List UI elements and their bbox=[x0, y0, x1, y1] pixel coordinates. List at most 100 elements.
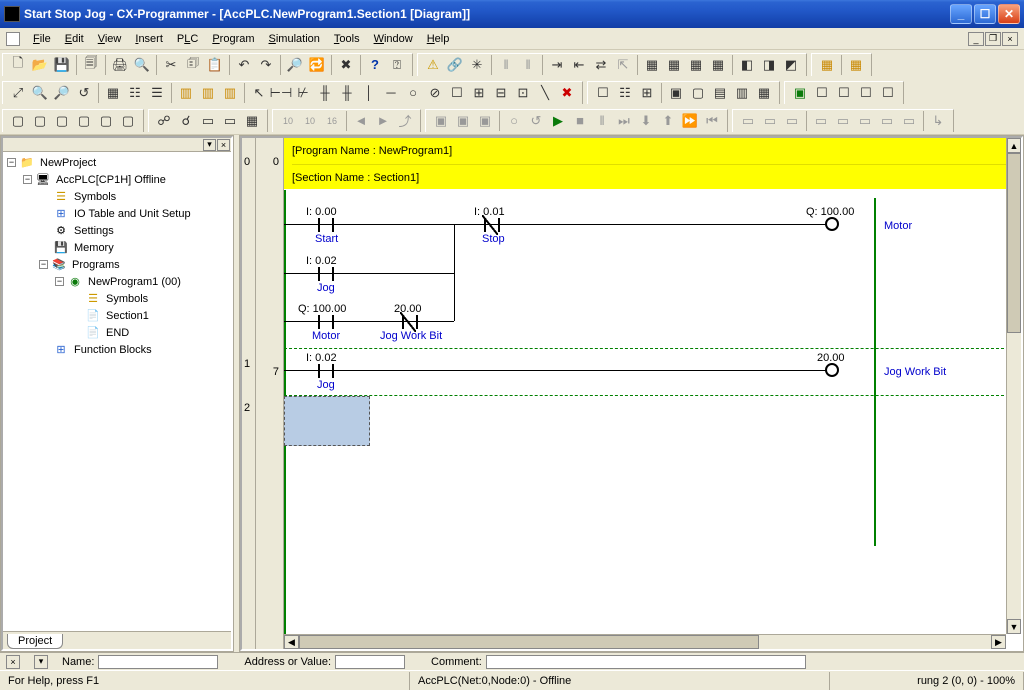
tree-node-memory[interactable]: 💾 Memory bbox=[5, 239, 231, 256]
menu-simulation[interactable]: Simulation bbox=[262, 31, 327, 47]
nav3-icon[interactable]: ▭ bbox=[197, 110, 219, 132]
r7-icon[interactable]: ▭ bbox=[876, 110, 898, 132]
select-tool-icon[interactable]: ↖ bbox=[248, 82, 270, 104]
menu-plc[interactable]: PLC bbox=[170, 31, 205, 47]
sim-into-icon[interactable]: ⬇ bbox=[635, 110, 657, 132]
horizontal-scrollbar[interactable]: ◀ ▶ bbox=[284, 634, 1006, 649]
copy-project-icon[interactable]: 🗐 bbox=[80, 54, 102, 76]
r4-icon[interactable]: ▭ bbox=[810, 110, 832, 132]
sim-stop2-icon[interactable]: ■ bbox=[569, 110, 591, 132]
mdi-close-button[interactable]: × bbox=[1002, 32, 1018, 46]
window3-icon[interactable]: ☐ bbox=[833, 82, 855, 104]
sim-play-icon[interactable]: ▶ bbox=[547, 110, 569, 132]
open-icon[interactable]: 📂 bbox=[29, 54, 51, 76]
tree-node-end[interactable]: 📄 END bbox=[5, 324, 231, 341]
contact-or-icon[interactable]: ╫ bbox=[314, 82, 336, 104]
sim-out-icon[interactable]: ⬆ bbox=[657, 110, 679, 132]
tree-close-button[interactable]: × bbox=[217, 139, 230, 151]
step-over-icon[interactable]: ⤴ bbox=[394, 110, 416, 132]
hex16-icon[interactable]: 16 bbox=[321, 110, 343, 132]
cut-icon[interactable]: ✂ bbox=[160, 54, 182, 76]
work-online-icon[interactable]: 🔗 bbox=[444, 54, 466, 76]
contact-nc-icon[interactable]: ⊬ bbox=[292, 82, 314, 104]
tree-node-iotable[interactable]: ⊞ IO Table and Unit Setup bbox=[5, 205, 231, 222]
view4-icon[interactable]: ▢ bbox=[73, 110, 95, 132]
function2-icon[interactable]: ⊟ bbox=[490, 82, 512, 104]
window4-icon[interactable]: ☐ bbox=[855, 82, 877, 104]
compile-all-icon[interactable]: ▦ bbox=[845, 54, 867, 76]
r3-icon[interactable]: ▭ bbox=[781, 110, 803, 132]
print-preview-icon[interactable]: 🔍 bbox=[131, 54, 153, 76]
tree-node-symbols[interactable]: ☰ Symbols bbox=[5, 188, 231, 205]
view6-icon[interactable]: ▢ bbox=[117, 110, 139, 132]
mdi-restore-button[interactable]: ❐ bbox=[985, 32, 1001, 46]
trace2-icon[interactable]: ▣ bbox=[452, 110, 474, 132]
tree-node-newprogram[interactable]: − ◉ NewProgram1 (00) bbox=[5, 273, 231, 290]
pause-icon[interactable]: ‖ bbox=[495, 54, 517, 76]
compare-icon[interactable]: ⇄ bbox=[590, 54, 612, 76]
new-file-icon[interactable]: 🗋 bbox=[7, 54, 29, 76]
mdi-minimize-button[interactable]: _ bbox=[968, 32, 984, 46]
sim-end-icon[interactable]: ⏮ bbox=[701, 110, 723, 132]
comments-icon[interactable]: ☷ bbox=[124, 82, 146, 104]
erase-icon[interactable]: ✖ bbox=[556, 82, 578, 104]
transfer-to-icon[interactable]: ⇥ bbox=[546, 54, 568, 76]
sim-pause-icon[interactable]: ‖ bbox=[591, 110, 613, 132]
line-tool-icon[interactable]: ╲ bbox=[534, 82, 556, 104]
r2-icon[interactable]: ▭ bbox=[759, 110, 781, 132]
function3-icon[interactable]: ⊡ bbox=[512, 82, 534, 104]
document-icon[interactable] bbox=[6, 32, 20, 46]
tree-node-programs[interactable]: − 📚 Programs bbox=[5, 256, 231, 273]
window5-icon[interactable]: ☐ bbox=[877, 82, 899, 104]
save-icon[interactable]: 💾 bbox=[51, 54, 73, 76]
force-cancel-icon[interactable]: ▤ bbox=[709, 82, 731, 104]
copy-icon[interactable]: 🗊 bbox=[182, 54, 204, 76]
trace3-icon[interactable]: ▣ bbox=[474, 110, 496, 132]
run-mode-icon[interactable]: ▦ bbox=[707, 54, 729, 76]
scroll-down-icon[interactable]: ▼ bbox=[1007, 619, 1021, 634]
nav4-icon[interactable]: ▭ bbox=[219, 110, 241, 132]
maximize-button[interactable]: ☐ bbox=[974, 4, 996, 24]
delete-icon[interactable]: ✖ bbox=[335, 54, 357, 76]
replace-icon[interactable]: 🔁 bbox=[306, 54, 328, 76]
grid-icon[interactable]: ▦ bbox=[102, 82, 124, 104]
datatrace-icon[interactable]: ◩ bbox=[780, 54, 802, 76]
sim-cont-icon[interactable]: ↺ bbox=[525, 110, 547, 132]
work-offline-icon[interactable]: ✳ bbox=[466, 54, 488, 76]
undo-icon[interactable]: ↶ bbox=[233, 54, 255, 76]
vert-line-icon[interactable]: │ bbox=[358, 82, 380, 104]
io-comment-icon[interactable]: ☐ bbox=[592, 82, 614, 104]
zoom-fit-icon[interactable]: ⤢ bbox=[7, 82, 29, 104]
vertical-scrollbar[interactable]: ▲ ▼ bbox=[1006, 138, 1021, 634]
coil-motor[interactable] bbox=[825, 217, 839, 231]
print-icon[interactable]: 🖨 bbox=[109, 54, 131, 76]
nav5-icon[interactable]: ▦ bbox=[241, 110, 263, 132]
coil-not-icon[interactable]: ⊘ bbox=[424, 82, 446, 104]
help-icon[interactable]: ? bbox=[364, 54, 386, 76]
r5-icon[interactable]: ▭ bbox=[832, 110, 854, 132]
debug-mode-icon[interactable]: ▦ bbox=[663, 54, 685, 76]
project-tab[interactable]: Project bbox=[7, 634, 63, 649]
view3-icon[interactable]: ▢ bbox=[51, 110, 73, 132]
menu-tools[interactable]: Tools bbox=[327, 31, 367, 47]
splitter[interactable] bbox=[234, 135, 239, 652]
symbols-icon[interactable]: ☷ bbox=[614, 82, 636, 104]
r8-icon[interactable]: ▭ bbox=[898, 110, 920, 132]
transfer-task-icon[interactable]: ⇱ bbox=[612, 54, 634, 76]
scroll-up-icon[interactable]: ▲ bbox=[1007, 138, 1021, 153]
tree-node-prog-symbols[interactable]: ☰ Symbols bbox=[5, 290, 231, 307]
menu-file[interactable]: File bbox=[26, 31, 58, 47]
warning-icon[interactable]: ⚠ bbox=[422, 54, 444, 76]
tree-node-plc[interactable]: − 🖥 AccPLC[CP1H] Offline bbox=[5, 171, 231, 188]
redo-icon[interactable]: ↷ bbox=[255, 54, 277, 76]
menu-insert[interactable]: Insert bbox=[128, 31, 170, 47]
menu-view[interactable]: View bbox=[91, 31, 129, 47]
scroll-thumb[interactable] bbox=[299, 635, 759, 649]
r1-icon[interactable]: ▭ bbox=[737, 110, 759, 132]
hex10-icon[interactable]: 10 bbox=[277, 110, 299, 132]
minimize-button[interactable]: _ bbox=[950, 4, 972, 24]
comment-field[interactable] bbox=[486, 655, 806, 669]
mnemonic-icon[interactable]: ▥ bbox=[197, 82, 219, 104]
pause2-icon[interactable]: ‖ bbox=[517, 54, 539, 76]
monitor-mode-icon[interactable]: ▦ bbox=[685, 54, 707, 76]
